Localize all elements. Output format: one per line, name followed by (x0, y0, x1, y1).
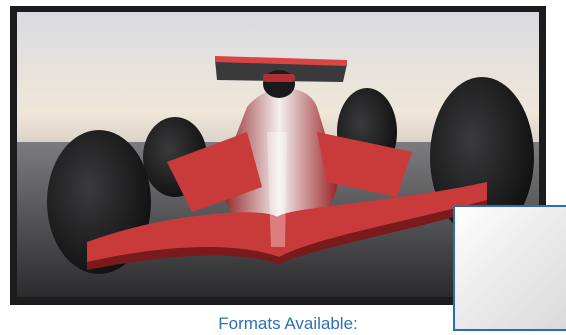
matte-silver-swatch[interactable] (453, 205, 566, 331)
product-preview: Formats Available: (0, 0, 566, 335)
